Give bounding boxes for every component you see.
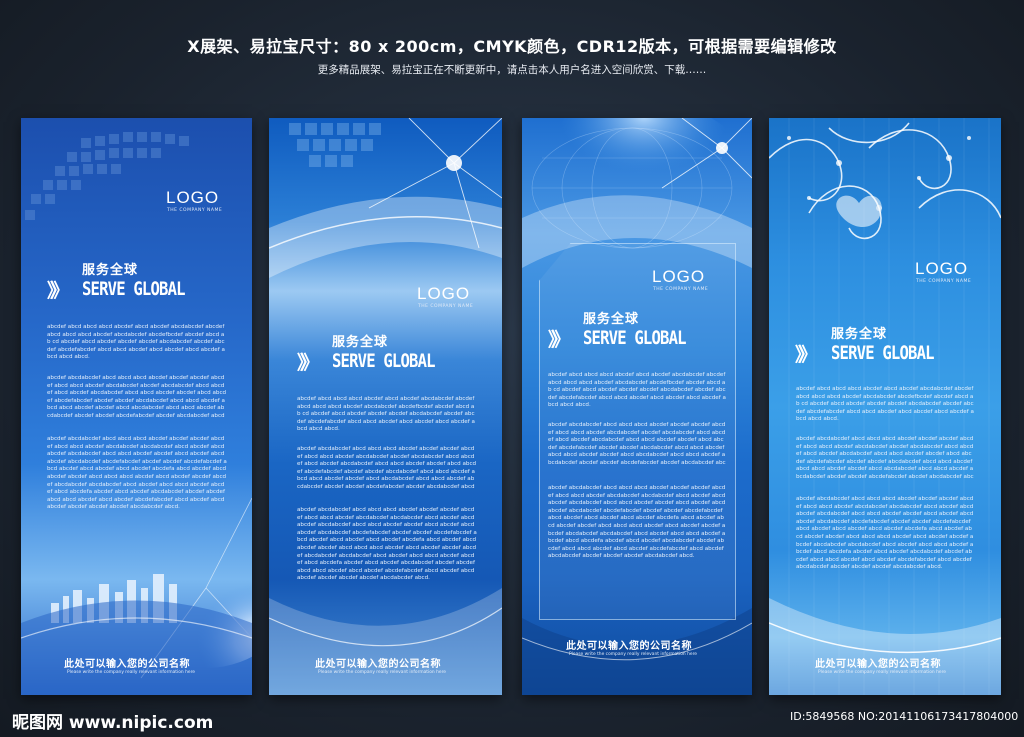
page-subtitle: 更多精品展架、易拉宝正在不断更新中，请点击本人用户名进入空间欣赏、下载…… [317, 64, 707, 76]
body-paragraph-2: abcdef abcdabcdef abcd abcd abcd abcdef … [796, 436, 974, 480]
chevron-arrow-icon: 》》 [47, 280, 69, 302]
serve-global-en: SERVE GLOBAL [583, 327, 687, 349]
logo-subtext: THE COMPANY NAME [167, 208, 223, 213]
serve-global-en: SERVE GLOBAL [82, 278, 186, 300]
banner-panel-3[interactable]: LOGO THE COMPANY NAME 服务全球 》》 SERVE GLOB… [522, 118, 752, 695]
chevron-arrow-icon: 》》 [795, 344, 817, 366]
serve-global-en: SERVE GLOBAL [831, 342, 935, 364]
banner-panel-1[interactable]: LOGO THE COMPANY NAME 服务全球 》》 SERVE GLOB… [21, 118, 252, 695]
body-paragraph-3: abcdef abcdabcdef abcd abcd abcd abcdef … [47, 436, 227, 511]
company-name-en: Please write the company really relevant… [569, 652, 697, 657]
body-paragraph-3: abcdef abcdabcdef abcd abcd abcd abcdef … [297, 507, 477, 582]
logo-subtext: THE COMPANY NAME [418, 304, 474, 309]
page-title: X展架、易拉宝尺寸：80 x 200cm，CMYK颜色，CDR12版本，可根据需… [187, 37, 837, 56]
body-paragraph-1: abcdef abcd abcd abcd abcdef abcd abcdef… [297, 396, 475, 433]
company-name-cn: 此处可以输入您的公司名称 [64, 659, 190, 670]
company-name-cn: 此处可以输入您的公司名称 [815, 659, 941, 670]
body-paragraph-2: abcdef abcdabcdef abcd abcd abcd abcdef … [47, 375, 227, 419]
body-paragraph-1: abcdef abcd abcd abcd abcdef abcd abcdef… [548, 372, 726, 409]
logo-text: LOGO [915, 259, 969, 278]
body-paragraph-1: abcdef abcd abcd abcd abcdef abcd abcdef… [47, 324, 225, 361]
serve-global-cn: 服务全球 [831, 327, 888, 342]
logo-subtext: THE COMPANY NAME [916, 279, 972, 284]
serve-global-cn: 服务全球 [82, 263, 139, 278]
logo-text: LOGO [652, 267, 706, 286]
image-id-watermark: ID:5849568 NO:20141106173417804000 [790, 710, 1019, 723]
body-paragraph-1: abcdef abcd abcd abcd abcdef abcd abcdef… [796, 386, 974, 423]
logo-subtext: THE COMPANY NAME [653, 287, 709, 292]
logo-text: LOGO [417, 284, 471, 303]
body-paragraph-3: abcdef abcdabcdef abcd abcd abcd abcdef … [548, 485, 726, 560]
company-name-en: Please write the company really relevant… [67, 670, 195, 675]
banner-panel-4[interactable]: LOGO THE COMPANY NAME 服务全球 》》 SERVE GLOB… [769, 118, 1001, 695]
body-paragraph-3: abcdef abcdabcdef abcd abcd abcd abcdef … [796, 496, 974, 571]
site-watermark: 昵图网 www.nipic.com [12, 713, 214, 733]
body-paragraph-2: abcdef abcdabcdef abcd abcd abcd abcdef … [548, 422, 726, 466]
chevron-arrow-icon: 》》 [297, 352, 319, 374]
company-name-cn: 此处可以输入您的公司名称 [315, 659, 441, 670]
serve-global-cn: 服务全球 [583, 312, 640, 327]
body-paragraph-2: abcdef abcdabcdef abcd abcd abcd abcdef … [297, 446, 477, 490]
serve-global-cn: 服务全球 [332, 335, 389, 350]
logo-text: LOGO [166, 188, 220, 207]
serve-global-en: SERVE GLOBAL [332, 350, 436, 372]
chevron-arrow-icon: 》》 [548, 329, 570, 351]
banner-panel-2[interactable]: LOGO THE COMPANY NAME 服务全球 》》 SERVE GLOB… [269, 118, 502, 695]
company-name-cn: 此处可以输入您的公司名称 [566, 641, 692, 652]
company-name-en: Please write the company really relevant… [818, 670, 946, 675]
company-name-en: Please write the company really relevant… [318, 670, 446, 675]
